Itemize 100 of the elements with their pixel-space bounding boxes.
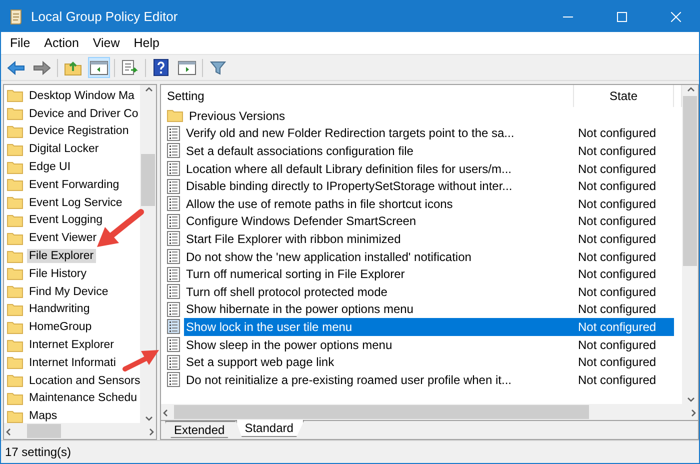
- chevron-right-icon[interactable]: [689, 408, 698, 416]
- chevron-up-icon[interactable]: [686, 85, 694, 94]
- tree-item[interactable]: Handwriting: [27, 302, 92, 316]
- tree-item[interactable]: Maintenance Schedu: [27, 391, 140, 406]
- table-row[interactable]: Verify old and new Folder Redirection targets point to the sa... Not configured: [184, 124, 674, 142]
- tree-item[interactable]: Maps: [27, 409, 60, 423]
- policy-icon: [167, 196, 180, 212]
- chevron-down-icon[interactable]: [686, 395, 694, 404]
- table-row[interactable]: Set a support web page link Not configured: [184, 353, 674, 371]
- scrollbar-thumb[interactable]: [27, 424, 61, 438]
- setting-state: Not configured: [577, 355, 658, 370]
- tree-item[interactable]: Internet Explorer: [27, 338, 116, 352]
- menu-item[interactable]: Help: [126, 34, 166, 52]
- chevron-down-icon[interactable]: [144, 414, 152, 423]
- tree-item[interactable]: Event Logging: [27, 213, 105, 228]
- tree-item[interactable]: Location and Sensors: [27, 374, 140, 388]
- folder-icon: [7, 320, 23, 334]
- tree-toggle-button[interactable]: [88, 57, 110, 78]
- setting-state: Not configured: [577, 320, 658, 334]
- table-row[interactable]: Location where all default Library definition files for users/m... Not configured: [184, 160, 674, 178]
- close-icon: [671, 12, 681, 22]
- chevron-right-icon[interactable]: [147, 426, 156, 436]
- setting-name: Start File Explorer with ribbon minimized: [185, 232, 402, 246]
- export-button[interactable]: [119, 57, 141, 78]
- tree-item[interactable]: Device Registration: [27, 124, 131, 138]
- tree-item[interactable]: Internet Informati: [27, 356, 118, 370]
- chevron-left-icon[interactable]: [161, 408, 170, 416]
- tree-item[interactable]: Edge UI: [27, 160, 73, 174]
- table-row[interactable]: Set a default associations configuration file Not configured: [184, 142, 674, 160]
- policy-icon: [167, 354, 180, 370]
- folder-icon: [7, 250, 23, 263]
- setting-name: Do not reinitialize a pre-existing roamed user profile when it...: [185, 372, 512, 387]
- column-header[interactable]: Setting: [161, 85, 574, 107]
- menu-item[interactable]: File: [3, 34, 38, 52]
- policy-icon: [167, 319, 180, 334]
- tree-item[interactable]: Find My Device: [27, 284, 110, 299]
- setting-name: Show lock in the user tile menu: [185, 320, 354, 334]
- table-row[interactable]: Disable binding directly to IPropertySetStorage without inter... Not configured: [184, 177, 674, 195]
- tree-item[interactable]: Digital Locker: [27, 142, 101, 156]
- horizontal-scrollbar[interactable]: [4, 423, 156, 439]
- policy-icon: [167, 178, 180, 194]
- tree-item[interactable]: Event Forwarding: [27, 178, 122, 192]
- table-row[interactable]: Turn off shell protocol protected mode Not configured: [184, 282, 674, 301]
- tree-item[interactable]: Event Log Service: [27, 196, 124, 210]
- scrollbar-thumb[interactable]: [141, 154, 155, 206]
- setting-name: Allow the use of remote paths in file shortcut icons: [185, 196, 454, 211]
- policy-icon: [167, 214, 180, 229]
- view-tab[interactable]: Extended: [165, 421, 236, 438]
- tree-item[interactable]: File Explorer: [27, 249, 96, 264]
- setting-state: Not configured: [577, 144, 658, 158]
- horizontal-scrollbar[interactable]: [161, 404, 698, 420]
- menu-item[interactable]: View: [86, 34, 127, 52]
- maximize-icon: [617, 12, 627, 22]
- tree-item[interactable]: Desktop Window Ma: [27, 88, 136, 103]
- folder-icon: [7, 338, 23, 352]
- chevron-left-icon[interactable]: [4, 426, 13, 436]
- setting-state: Not configured: [577, 162, 658, 176]
- scrollbar-thumb[interactable]: [683, 96, 697, 266]
- view-tab[interactable]: Standard: [236, 420, 304, 437]
- column-header[interactable]: State: [574, 85, 674, 107]
- table-row[interactable]: Show hibernate in the power options menu Not configured: [184, 300, 674, 318]
- tree-item[interactable]: File History: [27, 266, 89, 281]
- tree-item[interactable]: Device and Driver Co: [27, 106, 140, 121]
- table-row[interactable]: Turn off numerical sorting in File Explorer Not configured: [184, 265, 674, 283]
- menu-item[interactable]: Action: [37, 34, 86, 52]
- folder-icon: [7, 267, 23, 280]
- setting-name: Show sleep in the power options menu: [185, 338, 394, 352]
- policy-icon: [167, 372, 180, 388]
- table-row[interactable]: Do not reinitialize a pre-existing roamed user profile when it... Not configured: [184, 370, 674, 388]
- setting-state: Not configured: [577, 338, 658, 352]
- table-row[interactable]: Show sleep in the power options menu Not configured: [184, 336, 674, 354]
- policy-icon: [167, 284, 180, 300]
- vertical-scrollbar[interactable]: [140, 85, 156, 423]
- folder-icon: [7, 374, 23, 388]
- scrollbar-thumb[interactable]: [174, 405, 589, 419]
- folder-icon: [7, 160, 23, 174]
- folder-icon: [7, 142, 23, 156]
- setting-state: Not configured: [577, 302, 658, 316]
- setting-state: Not configured: [577, 232, 658, 246]
- table-row[interactable]: Start File Explorer with ribbon minimized Not configured: [184, 230, 674, 248]
- table-row[interactable]: Allow the use of remote paths in file shortcut icons Not configured: [184, 194, 674, 213]
- folder-icon: [7, 178, 23, 192]
- setting-state: Not configured: [577, 179, 658, 194]
- table-row[interactable]: Previous Versions: [187, 107, 674, 125]
- folder-icon: [7, 356, 23, 370]
- setting-name: Set a support web page link: [185, 355, 336, 370]
- setting-name: Configure Windows Defender SmartScreen: [185, 214, 418, 228]
- table-row[interactable]: Show lock in the user tile menu Not configured: [184, 318, 674, 336]
- vertical-scrollbar[interactable]: [682, 85, 698, 404]
- policy-icon: [167, 266, 180, 282]
- folder-icon: [7, 196, 23, 210]
- policy-icon: [167, 249, 180, 264]
- tree-item[interactable]: Event Viewer: [27, 231, 99, 246]
- setting-name: Disable binding directly to IPropertySetStorage without inter...: [185, 179, 514, 194]
- folder-icon: [167, 109, 183, 122]
- tree-item[interactable]: HomeGroup: [27, 320, 94, 334]
- chevron-up-icon[interactable]: [144, 85, 152, 94]
- folder-icon: [7, 214, 23, 227]
- table-row[interactable]: Configure Windows Defender SmartScreen Not configured: [184, 212, 674, 230]
- table-row[interactable]: Do not show the 'new application installed' notification Not configured: [184, 248, 674, 266]
